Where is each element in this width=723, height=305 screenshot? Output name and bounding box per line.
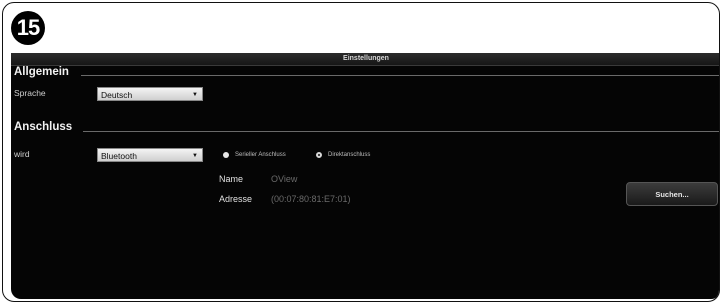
radio-button-icon: [223, 152, 229, 158]
language-label: Sprache: [14, 88, 46, 98]
radio-label: Direktanschluss: [328, 152, 371, 158]
search-button[interactable]: Suchen...: [626, 182, 718, 206]
radio-direct-connection[interactable]: Direktanschluss: [316, 152, 370, 158]
window-title: Einstellungen: [11, 53, 719, 66]
radio-label: Serieller Anschluss: [235, 152, 286, 158]
language-dropdown-value: Deutsch: [101, 90, 133, 100]
radio-serial-connection[interactable]: Serieller Anschluss: [223, 152, 286, 158]
device-address-value: (00:07:80:81:E7:01): [271, 194, 351, 204]
radio-selected-icon: [316, 152, 322, 158]
device-name-value: OView: [271, 174, 298, 184]
section-divider: [81, 75, 719, 76]
connection-type-dropdown[interactable]: Bluetooth ▼: [97, 148, 203, 162]
connection-type-label: wird: [14, 149, 30, 159]
section-title-connection: Anschluss: [14, 121, 73, 133]
device-name-label: Name: [219, 174, 244, 184]
connection-type-dropdown-value: Bluetooth: [101, 151, 137, 161]
device-address-label: Adresse: [219, 194, 253, 204]
figure-frame: 15 Einstellungen Allgemein Sprache Deuts…: [2, 2, 720, 302]
section-divider: [83, 131, 719, 132]
step-number-badge: 15: [11, 11, 45, 45]
chevron-down-icon: ▼: [192, 153, 198, 159]
language-dropdown[interactable]: Deutsch ▼: [97, 87, 203, 101]
chevron-down-icon: ▼: [192, 92, 198, 98]
settings-window: Einstellungen Allgemein Sprache Deutsch …: [11, 53, 719, 299]
section-title-general: Allgemein: [14, 66, 69, 78]
